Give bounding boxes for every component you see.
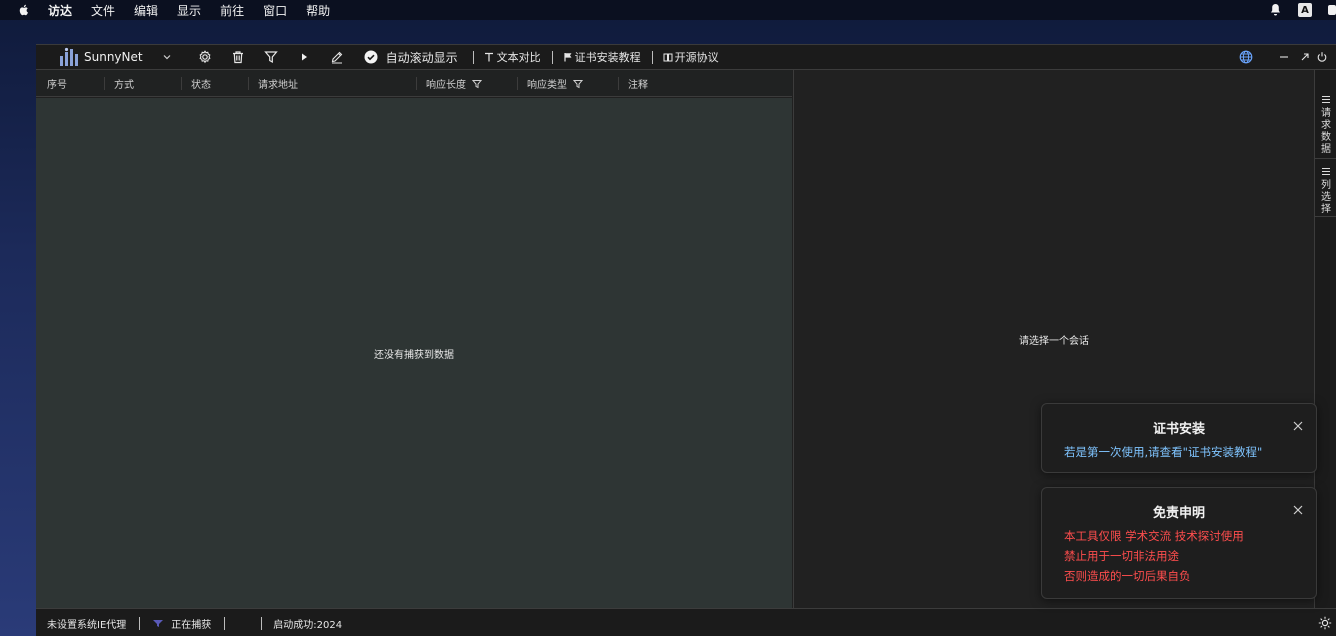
empty-list-message: 还没有捕获到数据 bbox=[374, 349, 454, 361]
menu-finder[interactable]: 访达 bbox=[48, 2, 72, 19]
tab-request-data[interactable]: 请 求 数 据 bbox=[1318, 94, 1334, 156]
menu-file[interactable]: 文件 bbox=[91, 2, 115, 19]
toolbar-divider bbox=[472, 50, 474, 64]
control-center-icon[interactable] bbox=[1328, 4, 1336, 16]
disclaimer-line: 禁止用于一切非法用途 bbox=[1064, 549, 1179, 563]
column-header-index[interactable]: 序号 bbox=[47, 70, 67, 97]
column-label: 注释 bbox=[628, 80, 648, 91]
minimize-icon[interactable] bbox=[1276, 49, 1292, 65]
notification-bell-icon[interactable] bbox=[1269, 3, 1282, 17]
tab-char: 据 bbox=[1321, 144, 1331, 155]
app-name: SunnyNet bbox=[84, 50, 143, 64]
disclaimer-line: 本工具仅限 学术交流 技术探讨使用 bbox=[1064, 529, 1244, 543]
macos-menubar: 访达 文件 编辑 显示 前往 窗口 帮助 A bbox=[0, 0, 1336, 20]
column-label: 响应长度 bbox=[426, 80, 466, 91]
column-label: 方式 bbox=[114, 80, 134, 91]
toolbar-divider bbox=[651, 50, 653, 64]
clear-trash-icon[interactable] bbox=[230, 49, 246, 65]
sidebar-divider bbox=[1315, 216, 1336, 217]
edit-pencil-icon[interactable] bbox=[329, 49, 345, 65]
open-source-license-button[interactable]: 开源协议 bbox=[675, 49, 719, 65]
tab-char: 求 bbox=[1321, 120, 1331, 131]
filter-funnel-icon[interactable] bbox=[263, 49, 279, 65]
tab-char: 选 bbox=[1321, 192, 1331, 203]
sunnynet-logo-icon bbox=[60, 47, 78, 66]
proxy-status[interactable]: 未设置系统IE代理 bbox=[47, 616, 126, 631]
notification-title: 免责申明 bbox=[1152, 506, 1205, 521]
column-label: 请求地址 bbox=[258, 80, 298, 91]
toolbar: SunnyNet 自动滚动显示 文本对比 证书安装教程 开源协议 bbox=[36, 45, 1336, 70]
toolbar-divider bbox=[551, 50, 553, 64]
app-menu-chevron-down-icon[interactable] bbox=[159, 49, 175, 65]
capture-funnel-icon bbox=[153, 620, 164, 627]
tab-char: 择 bbox=[1321, 204, 1331, 215]
text-compare-icon[interactable] bbox=[484, 49, 494, 65]
filter-funnel-icon[interactable] bbox=[573, 79, 583, 89]
column-label: 状态 bbox=[191, 80, 211, 91]
cert-tutorial-button[interactable]: 证书安装教程 bbox=[575, 49, 641, 65]
open-source-book-icon[interactable] bbox=[663, 49, 673, 65]
power-close-icon[interactable] bbox=[1314, 49, 1330, 65]
session-list[interactable]: 还没有捕获到数据 bbox=[36, 98, 792, 608]
column-header-status[interactable]: 状态 bbox=[181, 70, 211, 97]
language-globe-icon[interactable] bbox=[1238, 49, 1254, 65]
status-divider bbox=[139, 616, 141, 630]
cert-install-notification: 证书安装 若是第一次使用,请查看"证书安装教程" bbox=[1041, 403, 1317, 473]
sidebar-divider bbox=[1315, 158, 1336, 159]
start-status: 启动成功:2024 bbox=[273, 619, 343, 631]
status-bar: 未设置系统IE代理 正在捕获 启动成功:2024 bbox=[36, 608, 1336, 636]
no-session-selected-message: 请选择一个会话 bbox=[1019, 335, 1089, 347]
menu-edit[interactable]: 编辑 bbox=[134, 2, 158, 19]
cert-notification-message[interactable]: 若是第一次使用,请查看"证书安装教程" bbox=[1064, 444, 1262, 460]
tab-column-select[interactable]: 列 选 择 bbox=[1318, 166, 1334, 216]
column-header-response-length[interactable]: 响应长度 bbox=[416, 70, 482, 97]
menu-help[interactable]: 帮助 bbox=[306, 2, 330, 19]
session-table-header: 序号 方式 状态 请求地址 响应长度 响应类型 注释 bbox=[36, 70, 792, 97]
apple-logo-icon[interactable] bbox=[17, 3, 31, 17]
input-method-icon[interactable]: A bbox=[1298, 3, 1312, 17]
start-play-icon[interactable] bbox=[296, 49, 312, 65]
settings-gear-icon[interactable] bbox=[197, 49, 213, 65]
column-header-method[interactable]: 方式 bbox=[104, 70, 134, 97]
tab-char: 请 bbox=[1321, 108, 1331, 119]
auto-scroll-check-icon[interactable] bbox=[363, 49, 379, 65]
close-icon[interactable] bbox=[1292, 420, 1304, 432]
menu-lines-icon bbox=[1318, 168, 1334, 178]
maximize-arrow-icon[interactable] bbox=[1297, 49, 1313, 65]
column-label: 序号 bbox=[47, 80, 67, 91]
menu-window[interactable]: 窗口 bbox=[263, 2, 287, 19]
cert-flag-icon[interactable] bbox=[563, 49, 573, 65]
disclaimer-notification: 免责申明 本工具仅限 学术交流 技术探讨使用 禁止用于一切非法用途 否则造成的一… bbox=[1041, 487, 1317, 599]
status-divider bbox=[224, 616, 226, 630]
column-header-url[interactable]: 请求地址 bbox=[248, 70, 298, 97]
status-divider bbox=[261, 616, 263, 630]
notification-title: 证书安装 bbox=[1152, 422, 1205, 437]
right-sidebar: 请 求 数 据 列 选 择 bbox=[1314, 70, 1336, 608]
close-icon[interactable] bbox=[1292, 504, 1304, 516]
column-label: 响应类型 bbox=[527, 80, 567, 91]
filter-funnel-icon[interactable] bbox=[472, 79, 482, 89]
text-compare-button[interactable]: 文本对比 bbox=[497, 49, 541, 65]
theme-sun-icon[interactable] bbox=[1318, 616, 1332, 630]
column-header-comment[interactable]: 注释 bbox=[618, 70, 648, 97]
column-header-response-type[interactable]: 响应类型 bbox=[517, 70, 583, 97]
tab-char: 列 bbox=[1321, 180, 1331, 191]
auto-scroll-label[interactable]: 自动滚动显示 bbox=[386, 49, 458, 66]
tab-char: 数 bbox=[1321, 132, 1331, 143]
menu-go[interactable]: 前往 bbox=[220, 2, 244, 19]
menu-view[interactable]: 显示 bbox=[177, 2, 201, 19]
menu-lines-icon bbox=[1318, 96, 1334, 106]
disclaimer-line: 否则造成的一切后果自负 bbox=[1064, 569, 1191, 583]
capture-status[interactable]: 正在捕获 bbox=[171, 616, 211, 631]
